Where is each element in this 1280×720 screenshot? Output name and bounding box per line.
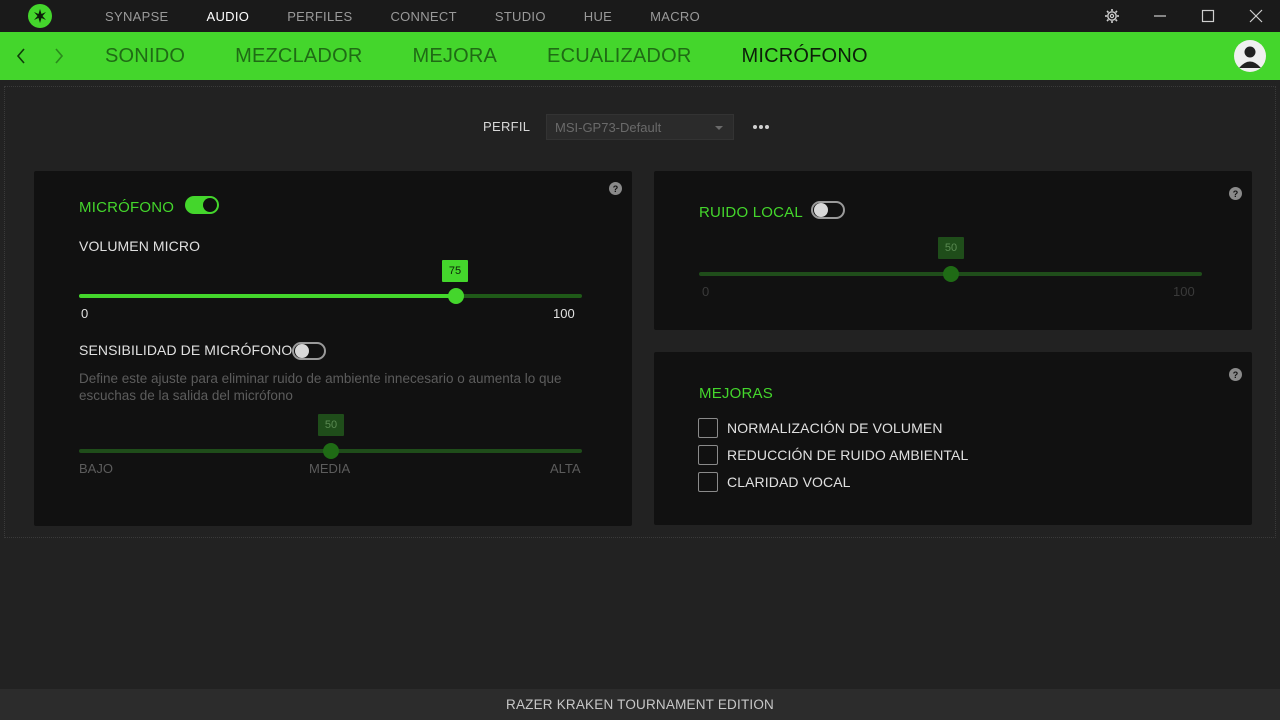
nav-macro[interactable]: MACRO bbox=[631, 9, 719, 24]
checkbox[interactable] bbox=[698, 445, 718, 465]
nav-connect[interactable]: CONNECT bbox=[371, 9, 475, 24]
back-arrow-icon[interactable] bbox=[9, 44, 33, 68]
mic-sensitivity-description: Define este ajuste para eliminar ruido d… bbox=[79, 371, 562, 403]
sub-tabs: SONIDO MEZCLADOR MEJORA ECUALIZADOR MICR… bbox=[80, 32, 893, 80]
sidetone-min: 0 bbox=[702, 284, 710, 299]
content-area: PERFIL MSI-GP73-Default ? MICRÓFONO VOLU… bbox=[4, 86, 1276, 538]
user-avatar-icon[interactable] bbox=[1234, 40, 1266, 72]
tab-microfono[interactable]: MICRÓFONO bbox=[716, 45, 892, 68]
checkbox-label: CLARIDAD VOCAL bbox=[727, 474, 851, 490]
checkbox-volume-normalization[interactable]: NORMALIZACIÓN DE VOLUMEN bbox=[698, 418, 943, 438]
mic-volume-value-badge: 75 bbox=[442, 260, 468, 282]
checkbox-ambient-noise-reduction[interactable]: REDUCCIÓN DE RUIDO AMBIENTAL bbox=[698, 445, 968, 465]
sidetone-toggle[interactable] bbox=[811, 201, 845, 219]
mic-volume-label: VOLUMEN MICRO bbox=[79, 238, 201, 254]
mic-sensitivity-slider-thumb[interactable] bbox=[322, 443, 339, 459]
mic-sensitivity-slider[interactable] bbox=[79, 443, 582, 459]
forward-arrow-icon[interactable] bbox=[47, 44, 71, 68]
sidetone-title: RUIDO LOCAL bbox=[699, 204, 803, 221]
device-footer[interactable]: RAZER KRAKEN TOURNAMENT EDITION bbox=[0, 689, 1280, 720]
tab-sonido[interactable]: SONIDO bbox=[80, 45, 210, 68]
mic-sensitivity-label: SENSIBILIDAD DE MICRÓFONO bbox=[79, 342, 293, 358]
razer-logo-icon[interactable] bbox=[28, 4, 52, 28]
close-icon[interactable] bbox=[1232, 0, 1280, 32]
title-bar: SYNAPSE AUDIO PERFILES CONNECT STUDIO HU… bbox=[0, 0, 1280, 32]
tab-ecualizador[interactable]: ECUALIZADOR bbox=[522, 45, 716, 68]
mic-toggle[interactable] bbox=[185, 196, 219, 214]
mic-volume-max: 100 bbox=[553, 306, 575, 321]
mic-title: MICRÓFONO bbox=[79, 199, 175, 216]
tab-mezclador[interactable]: MEZCLADOR bbox=[210, 45, 387, 68]
checkbox-vocal-clarity[interactable]: CLARIDAD VOCAL bbox=[698, 472, 851, 492]
nav-hue[interactable]: HUE bbox=[565, 9, 631, 24]
nav-studio[interactable]: STUDIO bbox=[476, 9, 565, 24]
sensitivity-scale-high: ALTA bbox=[550, 461, 581, 476]
help-icon[interactable]: ? bbox=[609, 182, 622, 195]
nav-audio[interactable]: AUDIO bbox=[188, 9, 269, 24]
more-options-icon[interactable] bbox=[751, 117, 771, 137]
nav-synapse[interactable]: SYNAPSE bbox=[86, 9, 188, 24]
sidetone-slider[interactable] bbox=[699, 266, 1202, 282]
enhancements-panel: ? MEJORAS NORMALIZACIÓN DE VOLUMEN REDUC… bbox=[654, 352, 1252, 525]
sidetone-panel: ? RUIDO LOCAL 50 0 100 bbox=[654, 171, 1252, 330]
tab-mejora[interactable]: MEJORA bbox=[387, 45, 522, 68]
chevron-down-icon bbox=[715, 126, 723, 130]
checkbox[interactable] bbox=[698, 418, 718, 438]
maximize-icon[interactable] bbox=[1184, 0, 1232, 32]
device-name: RAZER KRAKEN TOURNAMENT EDITION bbox=[506, 697, 774, 712]
mic-sensitivity-value-badge: 50 bbox=[318, 414, 344, 436]
checkbox-label: REDUCCIÓN DE RUIDO AMBIENTAL bbox=[727, 447, 969, 463]
mic-sensitivity-toggle[interactable] bbox=[292, 342, 326, 360]
mic-volume-slider-thumb[interactable] bbox=[448, 288, 465, 304]
profile-select[interactable]: MSI-GP73-Default bbox=[546, 114, 734, 140]
sensitivity-scale-mid: MEDIA bbox=[309, 461, 351, 476]
checkbox[interactable] bbox=[698, 472, 718, 492]
mic-panel: ? MICRÓFONO VOLUMEN MICRO 75 0 100 SENSI… bbox=[34, 171, 632, 526]
enhancements-title: MEJORAS bbox=[699, 385, 773, 402]
sidetone-value-badge: 50 bbox=[938, 237, 964, 259]
sidetone-slider-thumb[interactable] bbox=[942, 266, 959, 282]
sub-nav-bar: SONIDO MEZCLADOR MEJORA ECUALIZADOR MICR… bbox=[0, 32, 1280, 80]
profile-label: PERFIL bbox=[483, 119, 531, 134]
checkbox-label: NORMALIZACIÓN DE VOLUMEN bbox=[727, 420, 943, 436]
main-nav: SYNAPSE AUDIO PERFILES CONNECT STUDIO HU… bbox=[86, 0, 719, 32]
window-controls bbox=[1088, 0, 1280, 32]
profile-row: PERFIL MSI-GP73-Default bbox=[5, 114, 1275, 140]
app-window: SYNAPSE AUDIO PERFILES CONNECT STUDIO HU… bbox=[0, 0, 1280, 720]
gear-icon[interactable] bbox=[1088, 0, 1136, 32]
profile-select-value: MSI-GP73-Default bbox=[555, 120, 662, 135]
mic-volume-slider[interactable] bbox=[79, 288, 582, 304]
sidetone-max: 100 bbox=[1173, 284, 1195, 299]
sensitivity-scale-low: BAJO bbox=[79, 461, 113, 476]
help-icon[interactable]: ? bbox=[1229, 368, 1242, 381]
help-icon[interactable]: ? bbox=[1229, 187, 1242, 200]
mic-volume-min: 0 bbox=[81, 306, 89, 321]
minimize-icon[interactable] bbox=[1136, 0, 1184, 32]
nav-perfiles[interactable]: PERFILES bbox=[268, 9, 371, 24]
